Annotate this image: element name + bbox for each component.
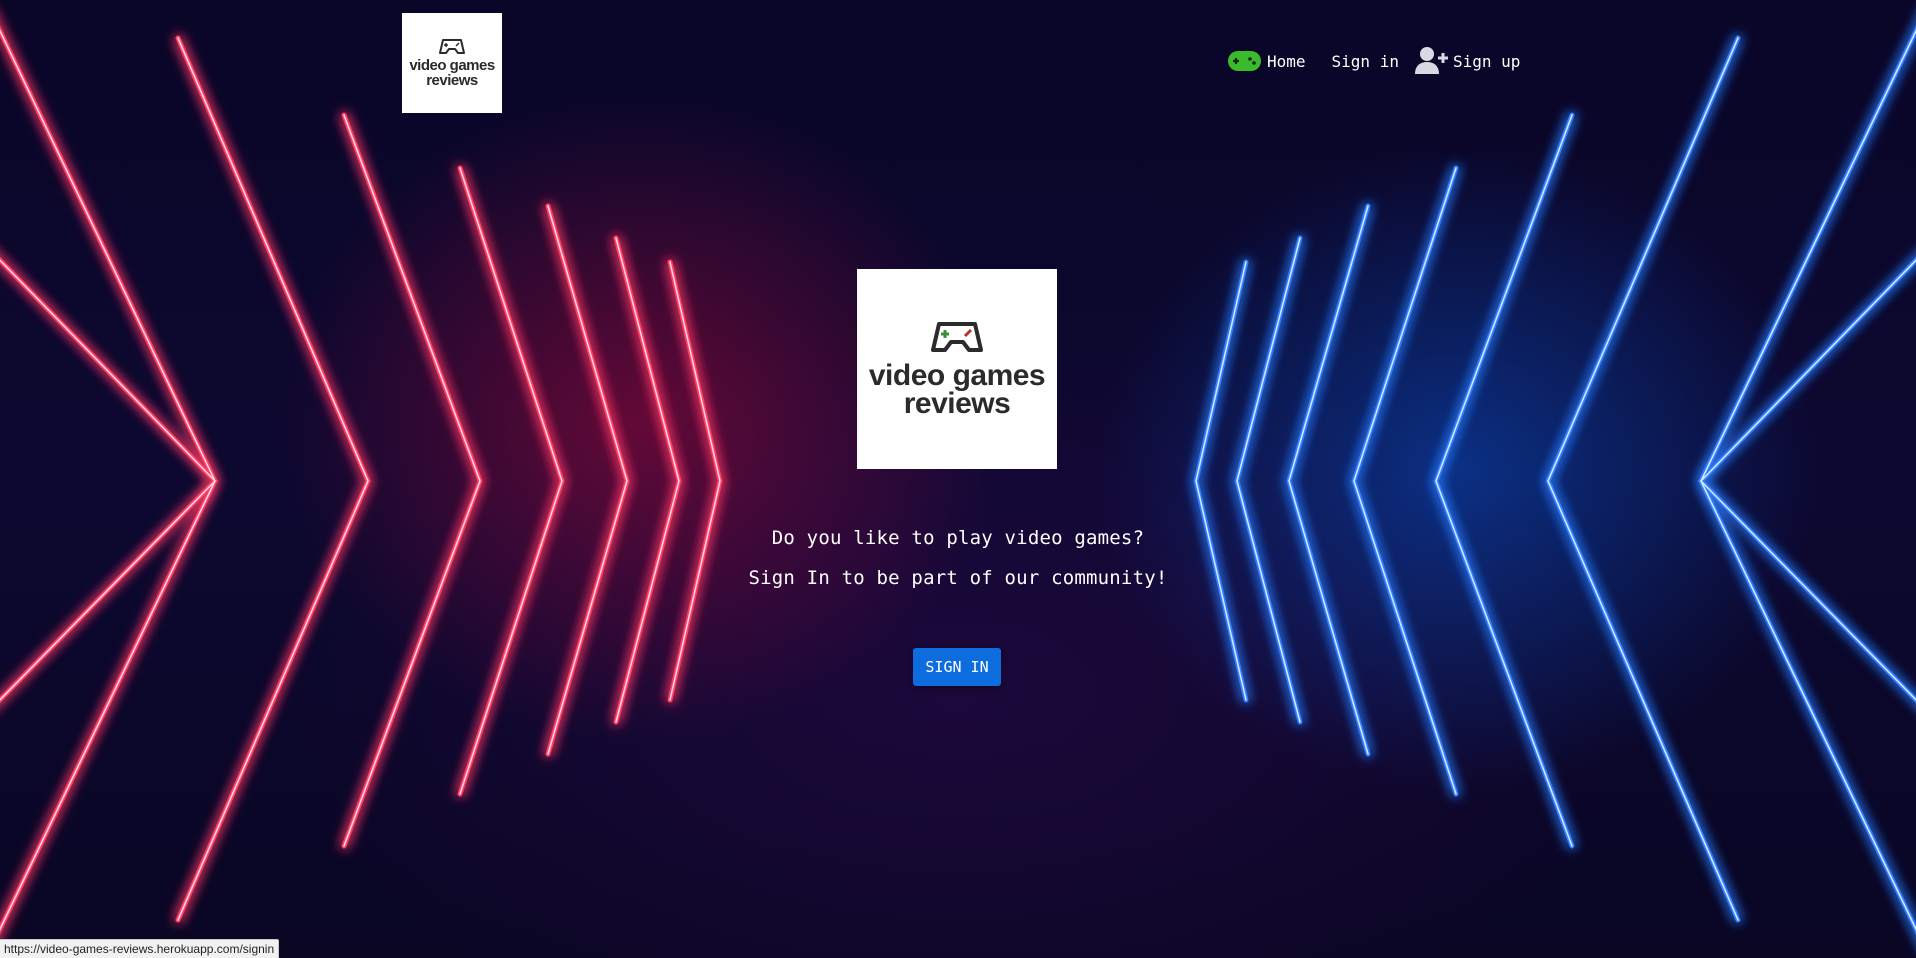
page: video games reviews Home Sign in Sign up <box>0 0 1916 958</box>
hero-question: Do you like to play video games? <box>771 527 1145 549</box>
blue-neon-chevron <box>1698 25 1916 935</box>
gamepad-icon <box>931 321 983 352</box>
red-neon-chevron <box>341 112 483 849</box>
nav-signin-label: Sign in <box>1331 51 1399 71</box>
blue-neon-chevron <box>1547 37 1739 921</box>
red-neon-chevron <box>457 165 565 797</box>
nav-signup-link[interactable]: Sign up <box>1414 47 1521 74</box>
red-neon-chevron <box>0 256 219 704</box>
nav-logo-title: video games reviews <box>409 57 495 89</box>
neon-background <box>0 25 1916 935</box>
red-neon-chevron <box>0 29 216 932</box>
blue-neon-chevron <box>1545 35 1741 923</box>
sign-in-button[interactable]: SIGN IN <box>913 648 1001 686</box>
hero-logo: video games reviews <box>857 269 1057 469</box>
red-neon-chevron <box>0 25 218 935</box>
top-nav: Home Sign in Sign up <box>1228 47 1521 74</box>
nav-signin-link[interactable]: Sign in <box>1332 52 1399 71</box>
blue-neon-chevron <box>1697 256 1916 704</box>
blue-neon-chevron <box>1699 259 1916 701</box>
status-bar-url: https://video-games-reviews.herokuapp.co… <box>0 939 280 958</box>
hero-logo-title: video games reviews <box>868 358 1046 420</box>
blue-neon-chevron <box>1700 29 1916 932</box>
blue-neon-chevron <box>1353 167 1457 795</box>
red-neon-chevron <box>175 35 371 923</box>
nav-home-label: Home <box>1267 51 1306 71</box>
red-neon-chevron <box>459 167 563 795</box>
nav-signup-label: Sign up <box>1452 51 1521 71</box>
red-neon-chevron <box>177 37 369 921</box>
user-plus-icon <box>1414 47 1448 74</box>
red-neon-chevron <box>0 259 217 701</box>
blue-neon-chevron <box>1435 114 1573 847</box>
hero-invitation: Sign In to be part of our community! <box>748 567 1168 589</box>
nav-logo[interactable]: video games reviews <box>402 13 502 113</box>
gamepad-icon <box>439 39 465 55</box>
gamepad-icon <box>1228 51 1261 71</box>
red-neon-chevron <box>343 114 481 847</box>
blue-neon-chevron <box>1351 165 1459 797</box>
nav-home-link[interactable]: Home <box>1228 51 1306 71</box>
blue-neon-chevron <box>1433 112 1575 849</box>
